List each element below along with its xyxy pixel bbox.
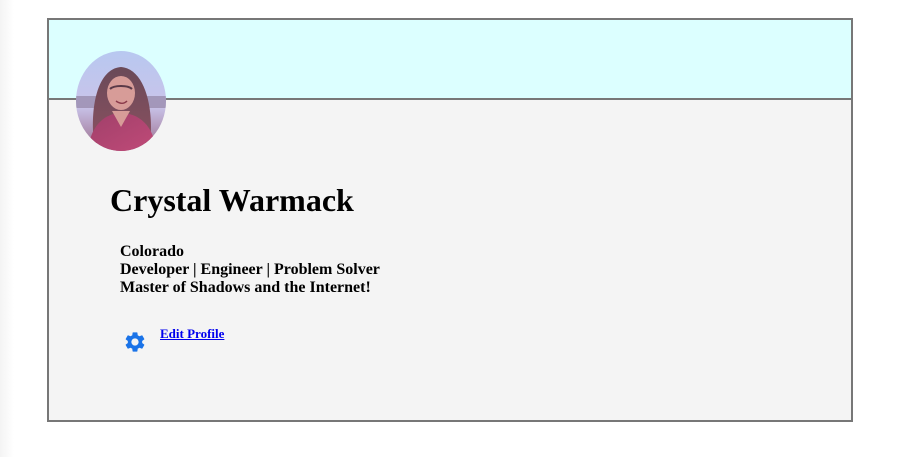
profile-tagline: Developer | Engineer | Problem Solver: [120, 261, 380, 278]
avatar-photo: [76, 51, 166, 151]
profile-banner: [49, 20, 851, 100]
profile-bio: Master of Shadows and the Internet!: [120, 279, 371, 296]
edit-profile-link[interactable]: Edit Profile: [160, 326, 224, 342]
profile-location: Colorado: [120, 243, 184, 260]
profile-name: Crystal Warmack: [110, 182, 354, 218]
page-edge-shade: [0, 0, 14, 457]
avatar: [76, 51, 166, 151]
profile-details: Colorado Developer | Engineer | Problem …: [120, 243, 380, 297]
gear-icon[interactable]: [123, 330, 147, 354]
profile-card: Crystal Warmack Colorado Developer | Eng…: [47, 18, 853, 422]
